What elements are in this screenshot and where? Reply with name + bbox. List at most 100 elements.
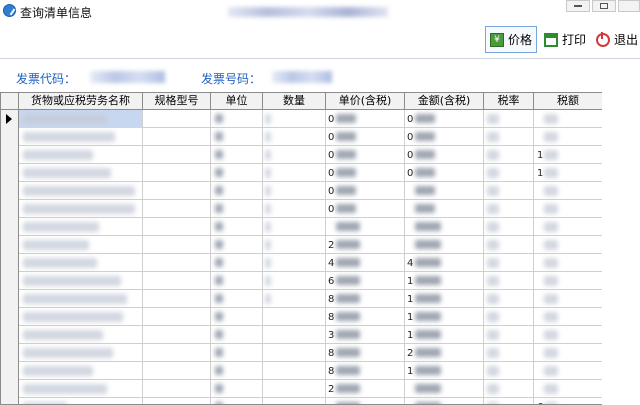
column-header-amount[interactable]: 金额(含税) <box>405 93 484 110</box>
row-header-cell[interactable] <box>1 326 19 344</box>
cell-amount[interactable]: 1 <box>405 290 484 308</box>
cell-rate[interactable] <box>484 200 534 218</box>
cell-price[interactable] <box>326 218 405 236</box>
column-header-item-name[interactable]: 货物或应税劳务名称 <box>19 93 143 110</box>
column-header-tax[interactable]: 税额 <box>534 93 602 110</box>
cell-spec[interactable] <box>143 218 211 236</box>
cell-amount[interactable]: 0 <box>405 164 484 182</box>
cell-unit[interactable] <box>211 380 263 398</box>
cell-name[interactable] <box>19 254 143 272</box>
cell-name[interactable] <box>19 200 143 218</box>
cell-tax[interactable] <box>534 128 602 146</box>
row-header-cell[interactable] <box>1 272 19 290</box>
cell-price[interactable]: 8 <box>326 308 405 326</box>
cell-rate[interactable] <box>484 362 534 380</box>
cell-spec[interactable] <box>143 146 211 164</box>
table-row[interactable]: 2 <box>1 236 602 254</box>
cell-tax[interactable] <box>534 272 602 290</box>
row-header-cell[interactable] <box>1 344 19 362</box>
cell-price[interactable]: 0 <box>326 128 405 146</box>
cell-unit[interactable] <box>211 308 263 326</box>
table-row[interactable]: 31 <box>1 326 602 344</box>
cell-rate[interactable] <box>484 236 534 254</box>
row-header-cell[interactable] <box>1 362 19 380</box>
row-header-cell[interactable] <box>1 128 19 146</box>
cell-tax[interactable]: 1 <box>534 164 602 182</box>
maximize-button[interactable] <box>592 0 616 12</box>
cell-price[interactable]: 0 <box>326 200 405 218</box>
row-header-cell[interactable] <box>1 308 19 326</box>
row-header-cell[interactable] <box>1 200 19 218</box>
cell-amount[interactable]: 1 <box>405 362 484 380</box>
cell-tax[interactable] <box>534 308 602 326</box>
column-header-quantity[interactable]: 数量 <box>263 93 326 110</box>
cell-qty[interactable] <box>263 200 326 218</box>
cell-name[interactable] <box>19 110 143 128</box>
cell-price[interactable]: 3 <box>326 326 405 344</box>
row-header-cell[interactable] <box>1 146 19 164</box>
row-header-cell[interactable] <box>1 182 19 200</box>
cell-qty[interactable] <box>263 128 326 146</box>
cell-tax[interactable] <box>534 182 602 200</box>
cell-unit[interactable] <box>211 164 263 182</box>
cell-name[interactable] <box>19 164 143 182</box>
cell-amount[interactable]: 1 <box>405 272 484 290</box>
cell-unit[interactable] <box>211 218 263 236</box>
cell-rate[interactable] <box>484 164 534 182</box>
cell-price[interactable]: 0 <box>326 182 405 200</box>
cell-amount[interactable]: 0 <box>405 128 484 146</box>
cell-spec[interactable] <box>143 344 211 362</box>
price-button[interactable]: ¥ 价格 <box>485 26 537 53</box>
cell-amount[interactable] <box>405 218 484 236</box>
table-row[interactable]: 00 <box>1 128 602 146</box>
cell-rate[interactable] <box>484 290 534 308</box>
cell-tax[interactable] <box>534 218 602 236</box>
cell-qty[interactable] <box>263 344 326 362</box>
table-row[interactable]: 81 <box>1 308 602 326</box>
table-row[interactable] <box>1 218 602 236</box>
column-header-unit[interactable]: 单位 <box>211 93 263 110</box>
cell-name[interactable] <box>19 236 143 254</box>
row-header-cell[interactable] <box>1 164 19 182</box>
cell-amount[interactable] <box>405 200 484 218</box>
cell-qty[interactable] <box>263 254 326 272</box>
cell-name[interactable] <box>19 398 143 404</box>
cell-price[interactable]: 4 <box>326 254 405 272</box>
cell-spec[interactable] <box>143 164 211 182</box>
cell-amount[interactable]: 0 <box>405 110 484 128</box>
cell-qty[interactable] <box>263 308 326 326</box>
row-header-cell[interactable] <box>1 218 19 236</box>
cell-unit[interactable] <box>211 290 263 308</box>
cell-spec[interactable] <box>143 290 211 308</box>
cell-unit[interactable] <box>211 362 263 380</box>
cell-spec[interactable] <box>143 326 211 344</box>
cell-unit[interactable] <box>211 146 263 164</box>
cell-unit[interactable] <box>211 200 263 218</box>
cell-spec[interactable] <box>143 272 211 290</box>
cell-tax[interactable] <box>534 326 602 344</box>
cell-name[interactable] <box>19 272 143 290</box>
cell-qty[interactable] <box>263 326 326 344</box>
print-button[interactable]: 打印 <box>542 26 588 53</box>
cell-tax[interactable] <box>534 254 602 272</box>
cell-amount[interactable]: 2 <box>405 344 484 362</box>
row-header-cell[interactable] <box>1 110 19 128</box>
cell-price[interactable]: 6 <box>326 272 405 290</box>
cell-price[interactable]: 0 <box>326 164 405 182</box>
cell-name[interactable] <box>19 128 143 146</box>
cell-price[interactable]: 8 <box>326 290 405 308</box>
cell-price[interactable]: 2 <box>326 380 405 398</box>
cell-price[interactable]: 8 <box>326 362 405 380</box>
cell-unit[interactable] <box>211 398 263 404</box>
column-header-tax-rate[interactable]: 税率 <box>484 93 534 110</box>
cell-qty[interactable] <box>263 236 326 254</box>
table-row[interactable]: 61 <box>1 272 602 290</box>
exit-button[interactable]: 退出 <box>594 26 640 53</box>
cell-unit[interactable] <box>211 182 263 200</box>
cell-qty[interactable] <box>263 146 326 164</box>
cell-spec[interactable] <box>143 254 211 272</box>
cell-unit[interactable] <box>211 110 263 128</box>
cell-rate[interactable] <box>484 146 534 164</box>
cell-rate[interactable] <box>484 308 534 326</box>
row-header-cell[interactable] <box>1 398 19 404</box>
